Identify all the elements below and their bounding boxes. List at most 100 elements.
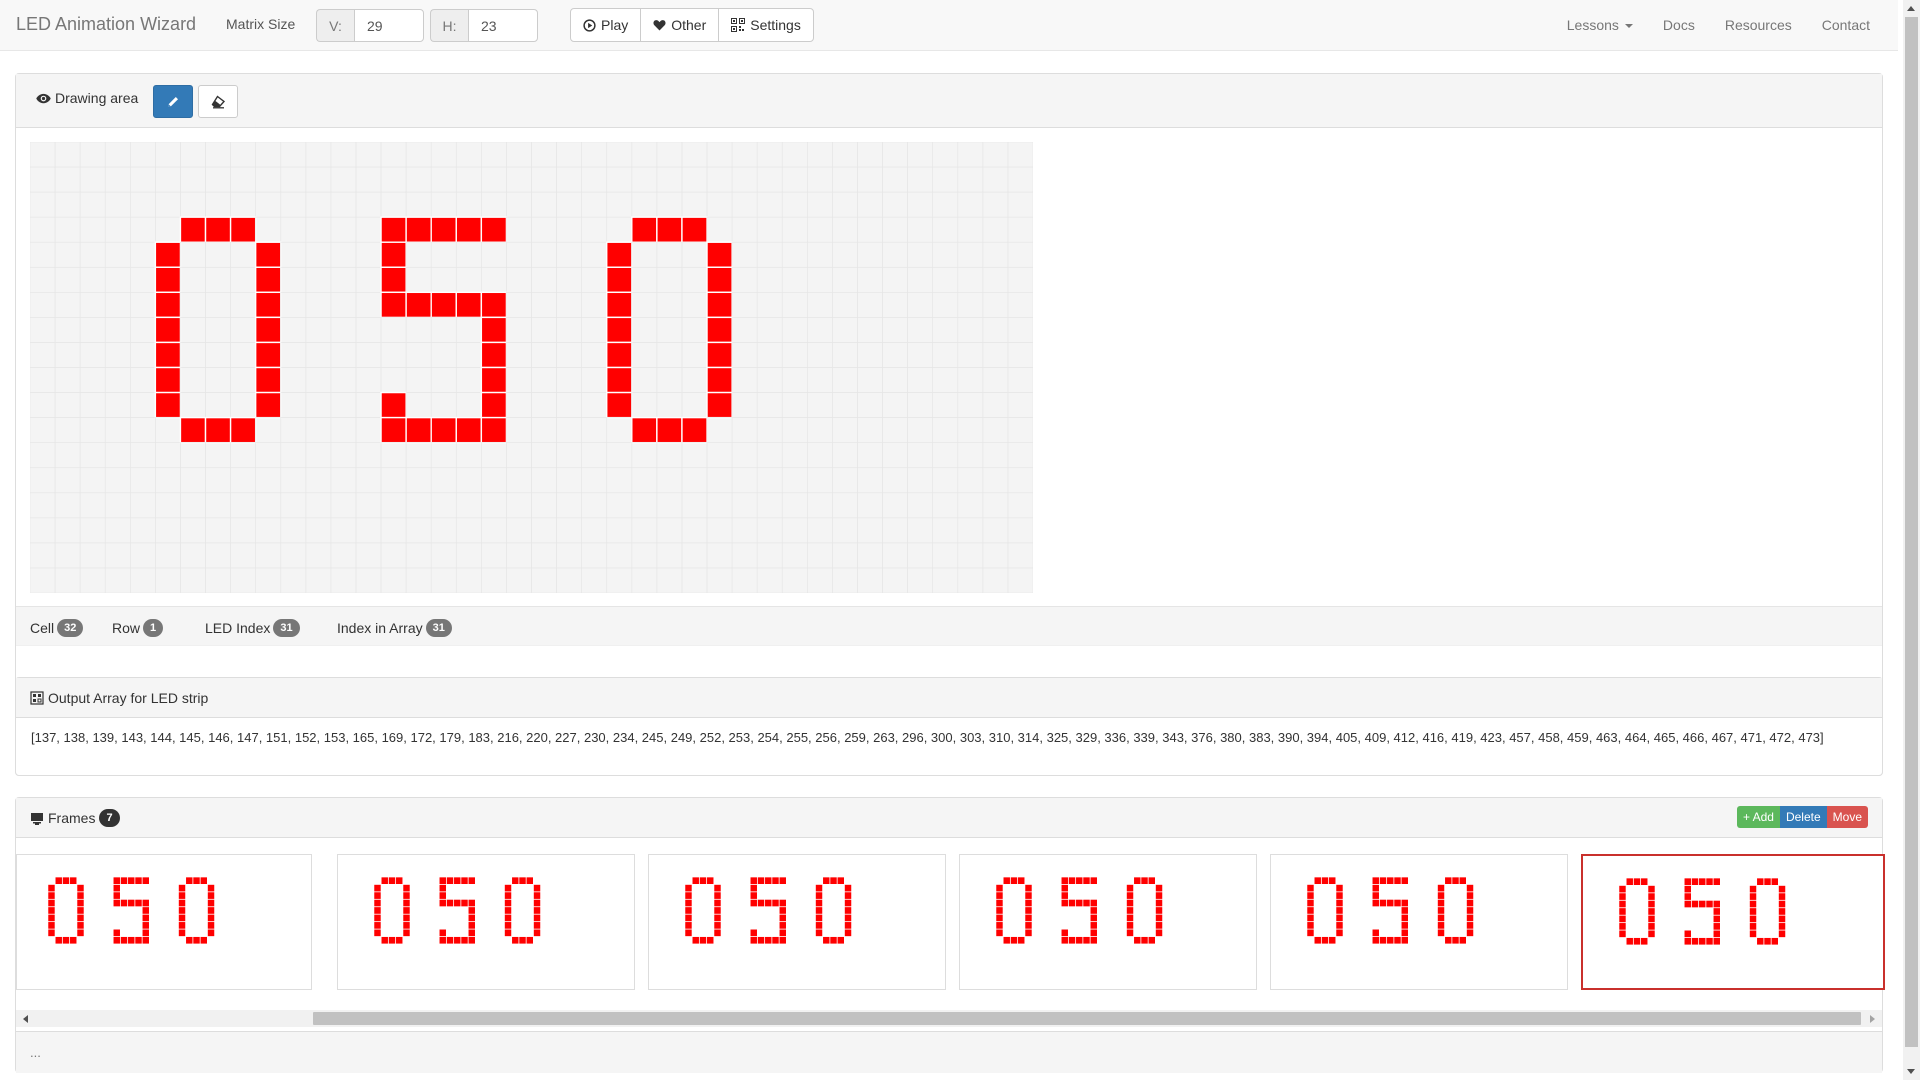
led-cell-on[interactable]: [179, 416, 207, 444]
frames-horizontal-scrollbar[interactable]: [16, 1010, 1882, 1027]
led-cell-on[interactable]: [154, 291, 182, 319]
led-cell-on[interactable]: [154, 341, 182, 369]
led-cell-on[interactable]: [606, 241, 633, 268]
led-cell-on[interactable]: [254, 291, 282, 319]
led-cell-on[interactable]: [154, 316, 182, 344]
add-frame-button[interactable]: + Add: [1736, 806, 1780, 828]
v-size-input[interactable]: [354, 9, 424, 42]
led-cell-on[interactable]: [229, 216, 257, 243]
eraser-tool-button[interactable]: [198, 85, 238, 118]
frame-thumbnail[interactable]: [16, 854, 312, 990]
led-cell-on[interactable]: [606, 316, 633, 344]
frame-thumbnail[interactable]: [1581, 854, 1885, 990]
led-cell-on[interactable]: [380, 391, 407, 419]
led-cell-on[interactable]: [706, 391, 733, 419]
play-circle-icon: [583, 18, 596, 32]
led-cell-on[interactable]: [455, 291, 483, 319]
play-button[interactable]: Play: [570, 8, 642, 42]
led-cell-on[interactable]: [254, 366, 282, 394]
other-button[interactable]: Other: [640, 8, 720, 42]
led-cell-on[interactable]: [405, 216, 432, 243]
led-cell-on[interactable]: [455, 416, 483, 444]
led-cell-on[interactable]: [606, 366, 633, 394]
led-cell-on[interactable]: [229, 416, 257, 444]
led-cell-on[interactable]: [204, 416, 232, 444]
led-cell-on[interactable]: [681, 416, 708, 444]
h-size-input[interactable]: [468, 9, 538, 42]
output-array-text[interactable]: [137, 138, 139, 143, 144, 145, 146, 147,…: [31, 728, 1860, 747]
pencil-tool-button[interactable]: [153, 85, 193, 118]
scroll-down-icon[interactable]: [1907, 1069, 1915, 1074]
led-cell-on[interactable]: [606, 391, 633, 419]
frame-thumbnail[interactable]: [1270, 854, 1568, 990]
led-matrix-canvas[interactable]: [29, 141, 1034, 594]
led-cell-on[interactable]: [380, 416, 407, 444]
led-cell-on[interactable]: [606, 266, 633, 294]
led-cell-on[interactable]: [681, 216, 708, 243]
frame-led: [48, 914, 55, 922]
led-cell-on[interactable]: [254, 241, 282, 268]
nav-lessons[interactable]: Lessons: [1567, 0, 1663, 51]
led-cell-on[interactable]: [154, 266, 182, 294]
led-cell-on[interactable]: [480, 416, 508, 444]
nav-resources[interactable]: Resources: [1725, 0, 1822, 51]
led-cell-on[interactable]: [480, 291, 508, 319]
frame-led: [468, 929, 475, 937]
led-cell-on[interactable]: [380, 241, 407, 268]
frame-led: [1771, 878, 1778, 885]
led-cell-on[interactable]: [706, 241, 733, 268]
nav-docs[interactable]: Docs: [1663, 0, 1725, 51]
led-cell-on[interactable]: [154, 366, 182, 394]
led-cell-on[interactable]: [154, 241, 182, 268]
led-cell-on[interactable]: [179, 216, 207, 243]
led-cell-on[interactable]: [706, 366, 733, 394]
led-cell-on[interactable]: [154, 391, 182, 419]
led-cell-on[interactable]: [480, 316, 508, 344]
brand[interactable]: LED Animation Wizard: [16, 14, 196, 35]
led-cell-on[interactable]: [706, 266, 733, 294]
settings-button[interactable]: Settings: [718, 8, 814, 42]
led-cell-on[interactable]: [480, 216, 508, 243]
nav-contact[interactable]: Contact: [1822, 0, 1898, 51]
led-cell-on[interactable]: [656, 416, 683, 444]
led-cell-on[interactable]: [380, 266, 407, 294]
led-cell-on[interactable]: [455, 216, 483, 243]
led-cell-on[interactable]: [480, 366, 508, 394]
led-cell-on[interactable]: [405, 291, 432, 319]
move-frame-button[interactable]: Move: [1826, 806, 1868, 828]
frame-thumbnail[interactable]: [648, 854, 946, 990]
scroll-up-icon[interactable]: [1907, 6, 1915, 11]
led-cell-on[interactable]: [480, 391, 508, 419]
frames-scroll-thumb[interactable]: [313, 1012, 1861, 1025]
led-grid[interactable]: [29, 141, 1034, 594]
led-cell-on[interactable]: [380, 216, 407, 243]
scroll-left-icon[interactable]: [23, 1015, 28, 1023]
frame-thumbnail[interactable]: [959, 854, 1257, 990]
frame-thumbnail[interactable]: [337, 854, 635, 990]
led-cell-on[interactable]: [254, 266, 282, 294]
delete-frame-button[interactable]: Delete: [1779, 806, 1827, 828]
page-vertical-scrollbar[interactable]: [1903, 0, 1920, 1080]
led-cell-on[interactable]: [656, 216, 683, 243]
led-cell-on[interactable]: [254, 341, 282, 369]
led-cell-on[interactable]: [631, 216, 658, 243]
frame-led: [765, 936, 772, 944]
led-cell-on[interactable]: [380, 291, 407, 319]
scroll-right-icon[interactable]: [1870, 1015, 1875, 1023]
led-cell-on[interactable]: [706, 291, 733, 319]
led-cell-on[interactable]: [480, 341, 508, 369]
led-cell-on[interactable]: [706, 341, 733, 369]
led-cell-on[interactable]: [606, 341, 633, 369]
led-cell-on[interactable]: [606, 291, 633, 319]
led-cell-on[interactable]: [204, 216, 232, 243]
led-cell-on[interactable]: [405, 416, 432, 444]
led-cell-on[interactable]: [631, 416, 658, 444]
page-scroll-thumb[interactable]: [1905, 17, 1918, 1047]
led-cell-on[interactable]: [254, 391, 282, 419]
led-cell-on[interactable]: [430, 291, 457, 319]
frame-led: [468, 899, 475, 907]
led-cell-on[interactable]: [706, 316, 733, 344]
led-cell-on[interactable]: [254, 316, 282, 344]
led-cell-on[interactable]: [430, 216, 457, 243]
led-cell-on[interactable]: [430, 416, 457, 444]
